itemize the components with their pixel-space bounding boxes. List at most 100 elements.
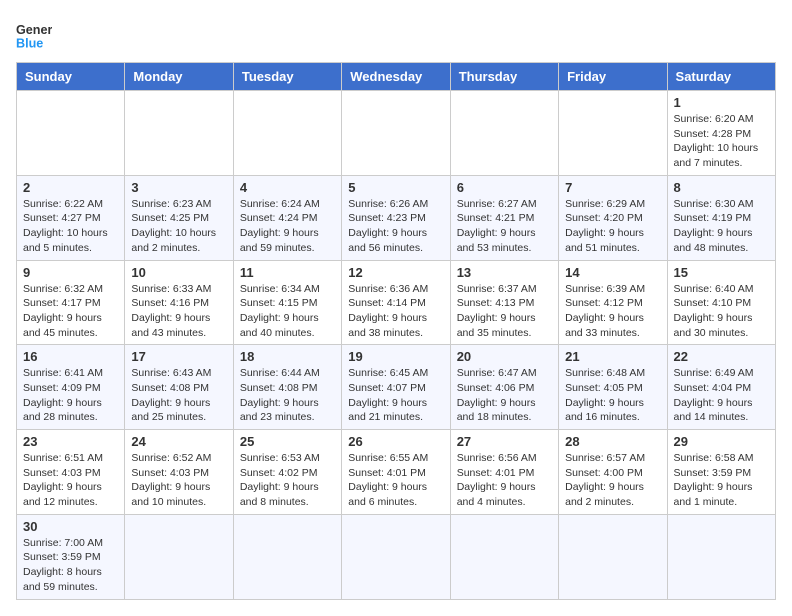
calendar-cell: 5Sunrise: 6:26 AM Sunset: 4:23 PM Daylig… bbox=[342, 175, 450, 260]
day-info: Sunrise: 6:27 AM Sunset: 4:21 PM Dayligh… bbox=[457, 197, 552, 256]
day-info: Sunrise: 6:29 AM Sunset: 4:20 PM Dayligh… bbox=[565, 197, 660, 256]
day-number: 27 bbox=[457, 434, 552, 449]
day-number: 28 bbox=[565, 434, 660, 449]
day-info: Sunrise: 6:39 AM Sunset: 4:12 PM Dayligh… bbox=[565, 282, 660, 341]
calendar-cell: 23Sunrise: 6:51 AM Sunset: 4:03 PM Dayli… bbox=[17, 430, 125, 515]
calendar: SundayMondayTuesdayWednesdayThursdayFrid… bbox=[16, 62, 776, 600]
calendar-cell bbox=[17, 91, 125, 176]
day-number: 13 bbox=[457, 265, 552, 280]
calendar-cell: 9Sunrise: 6:32 AM Sunset: 4:17 PM Daylig… bbox=[17, 260, 125, 345]
calendar-cell: 16 Sunrise: 6:41 AM Sunset: 4:09 PM Dayli… bbox=[17, 345, 125, 430]
day-info: Sunrise: 6:47 AM Sunset: 4:06 PM Dayligh… bbox=[457, 366, 552, 425]
calendar-cell: 19Sunrise: 6:45 AM Sunset: 4:07 PM Dayli… bbox=[342, 345, 450, 430]
calendar-cell: 2 Sunrise: 6:22 AM Sunset: 4:27 PM Daylig… bbox=[17, 175, 125, 260]
svg-text:General: General bbox=[16, 23, 52, 37]
calendar-week-6: 30Sunrise: 7:00 AM Sunset: 3:59 PM Dayli… bbox=[17, 514, 776, 599]
calendar-cell: 7 Sunrise: 6:29 AM Sunset: 4:20 PM Daylig… bbox=[559, 175, 667, 260]
day-info: Sunrise: 6:57 AM Sunset: 4:00 PM Dayligh… bbox=[565, 451, 660, 510]
calendar-cell: 30Sunrise: 7:00 AM Sunset: 3:59 PM Dayli… bbox=[17, 514, 125, 599]
day-info: Sunrise: 6:33 AM Sunset: 4:16 PM Dayligh… bbox=[131, 282, 226, 341]
day-number: 14 bbox=[565, 265, 660, 280]
day-header-monday: Monday bbox=[125, 63, 233, 91]
calendar-cell: 3Sunrise: 6:23 AM Sunset: 4:25 PM Daylig… bbox=[125, 175, 233, 260]
day-number: 15 bbox=[674, 265, 769, 280]
calendar-cell: 24 Sunrise: 6:52 AM Sunset: 4:03 PM Dayli… bbox=[125, 430, 233, 515]
day-number: 12 bbox=[348, 265, 443, 280]
day-header-sunday: Sunday bbox=[17, 63, 125, 91]
day-number: 18 bbox=[240, 349, 335, 364]
day-number: 8 bbox=[674, 180, 769, 195]
day-info: Sunrise: 6:51 AM Sunset: 4:03 PM Dayligh… bbox=[23, 451, 118, 510]
calendar-cell: 20 Sunrise: 6:47 AM Sunset: 4:06 PM Dayli… bbox=[450, 345, 558, 430]
calendar-cell bbox=[667, 514, 775, 599]
calendar-week-5: 23Sunrise: 6:51 AM Sunset: 4:03 PM Dayli… bbox=[17, 430, 776, 515]
day-header-saturday: Saturday bbox=[667, 63, 775, 91]
calendar-cell: 27Sunrise: 6:56 AM Sunset: 4:01 PM Dayli… bbox=[450, 430, 558, 515]
calendar-cell: 1Sunrise: 6:20 AM Sunset: 4:28 PM Daylig… bbox=[667, 91, 775, 176]
calendar-cell: 6 Sunrise: 6:27 AM Sunset: 4:21 PM Daylig… bbox=[450, 175, 558, 260]
day-number: 21 bbox=[565, 349, 660, 364]
day-info: Sunrise: 6:22 AM Sunset: 4:27 PM Dayligh… bbox=[23, 197, 118, 256]
day-number: 10 bbox=[131, 265, 226, 280]
day-info: Sunrise: 6:53 AM Sunset: 4:02 PM Dayligh… bbox=[240, 451, 335, 510]
day-number: 24 bbox=[131, 434, 226, 449]
calendar-cell bbox=[233, 514, 341, 599]
day-info: Sunrise: 6:37 AM Sunset: 4:13 PM Dayligh… bbox=[457, 282, 552, 341]
day-info: Sunrise: 6:49 AM Sunset: 4:04 PM Dayligh… bbox=[674, 366, 769, 425]
calendar-cell bbox=[125, 514, 233, 599]
day-info: Sunrise: 6:41 AM Sunset: 4:09 PM Dayligh… bbox=[23, 366, 118, 425]
calendar-cell: 28 Sunrise: 6:57 AM Sunset: 4:00 PM Dayli… bbox=[559, 430, 667, 515]
day-number: 16 bbox=[23, 349, 118, 364]
calendar-cell: 26Sunrise: 6:55 AM Sunset: 4:01 PM Dayli… bbox=[342, 430, 450, 515]
day-number: 19 bbox=[348, 349, 443, 364]
day-number: 5 bbox=[348, 180, 443, 195]
calendar-cell: 29Sunrise: 6:58 AM Sunset: 3:59 PM Dayli… bbox=[667, 430, 775, 515]
calendar-cell bbox=[233, 91, 341, 176]
day-number: 26 bbox=[348, 434, 443, 449]
day-number: 29 bbox=[674, 434, 769, 449]
calendar-cell bbox=[559, 514, 667, 599]
day-info: Sunrise: 6:24 AM Sunset: 4:24 PM Dayligh… bbox=[240, 197, 335, 256]
day-header-friday: Friday bbox=[559, 63, 667, 91]
day-info: Sunrise: 6:23 AM Sunset: 4:25 PM Dayligh… bbox=[131, 197, 226, 256]
day-number: 2 bbox=[23, 180, 118, 195]
calendar-cell: 18Sunrise: 6:44 AM Sunset: 4:08 PM Dayli… bbox=[233, 345, 341, 430]
calendar-week-2: 2 Sunrise: 6:22 AM Sunset: 4:27 PM Daylig… bbox=[17, 175, 776, 260]
day-info: Sunrise: 6:32 AM Sunset: 4:17 PM Dayligh… bbox=[23, 282, 118, 341]
calendar-cell: 8Sunrise: 6:30 AM Sunset: 4:19 PM Daylig… bbox=[667, 175, 775, 260]
day-info: Sunrise: 6:48 AM Sunset: 4:05 PM Dayligh… bbox=[565, 366, 660, 425]
day-number: 4 bbox=[240, 180, 335, 195]
calendar-cell bbox=[450, 91, 558, 176]
day-number: 1 bbox=[674, 95, 769, 110]
calendar-cell: 4 Sunrise: 6:24 AM Sunset: 4:24 PM Daylig… bbox=[233, 175, 341, 260]
calendar-cell: 13 Sunrise: 6:37 AM Sunset: 4:13 PM Dayli… bbox=[450, 260, 558, 345]
day-number: 20 bbox=[457, 349, 552, 364]
day-header-wednesday: Wednesday bbox=[342, 63, 450, 91]
generalblue-logo-icon: General Blue bbox=[16, 16, 52, 52]
header: General Blue bbox=[16, 16, 776, 52]
day-info: Sunrise: 6:52 AM Sunset: 4:03 PM Dayligh… bbox=[131, 451, 226, 510]
day-header-thursday: Thursday bbox=[450, 63, 558, 91]
svg-text:Blue: Blue bbox=[16, 37, 43, 51]
calendar-cell: 17 Sunrise: 6:43 AM Sunset: 4:08 PM Dayli… bbox=[125, 345, 233, 430]
calendar-cell bbox=[559, 91, 667, 176]
calendar-cell bbox=[342, 91, 450, 176]
day-info: Sunrise: 6:36 AM Sunset: 4:14 PM Dayligh… bbox=[348, 282, 443, 341]
day-header-tuesday: Tuesday bbox=[233, 63, 341, 91]
day-number: 6 bbox=[457, 180, 552, 195]
day-number: 7 bbox=[565, 180, 660, 195]
day-info: Sunrise: 6:43 AM Sunset: 4:08 PM Dayligh… bbox=[131, 366, 226, 425]
calendar-week-4: 16 Sunrise: 6:41 AM Sunset: 4:09 PM Dayli… bbox=[17, 345, 776, 430]
day-number: 25 bbox=[240, 434, 335, 449]
calendar-cell: 25 Sunrise: 6:53 AM Sunset: 4:02 PM Dayli… bbox=[233, 430, 341, 515]
calendar-cell: 14 Sunrise: 6:39 AM Sunset: 4:12 PM Dayli… bbox=[559, 260, 667, 345]
day-info: Sunrise: 6:34 AM Sunset: 4:15 PM Dayligh… bbox=[240, 282, 335, 341]
calendar-cell: 22Sunrise: 6:49 AM Sunset: 4:04 PM Dayli… bbox=[667, 345, 775, 430]
calendar-cell: 12 Sunrise: 6:36 AM Sunset: 4:14 PM Dayli… bbox=[342, 260, 450, 345]
calendar-cell: 11Sunrise: 6:34 AM Sunset: 4:15 PM Dayli… bbox=[233, 260, 341, 345]
day-number: 17 bbox=[131, 349, 226, 364]
calendar-cell bbox=[125, 91, 233, 176]
calendar-cell: 15Sunrise: 6:40 AM Sunset: 4:10 PM Dayli… bbox=[667, 260, 775, 345]
day-info: Sunrise: 7:00 AM Sunset: 3:59 PM Dayligh… bbox=[23, 536, 118, 595]
calendar-cell bbox=[342, 514, 450, 599]
